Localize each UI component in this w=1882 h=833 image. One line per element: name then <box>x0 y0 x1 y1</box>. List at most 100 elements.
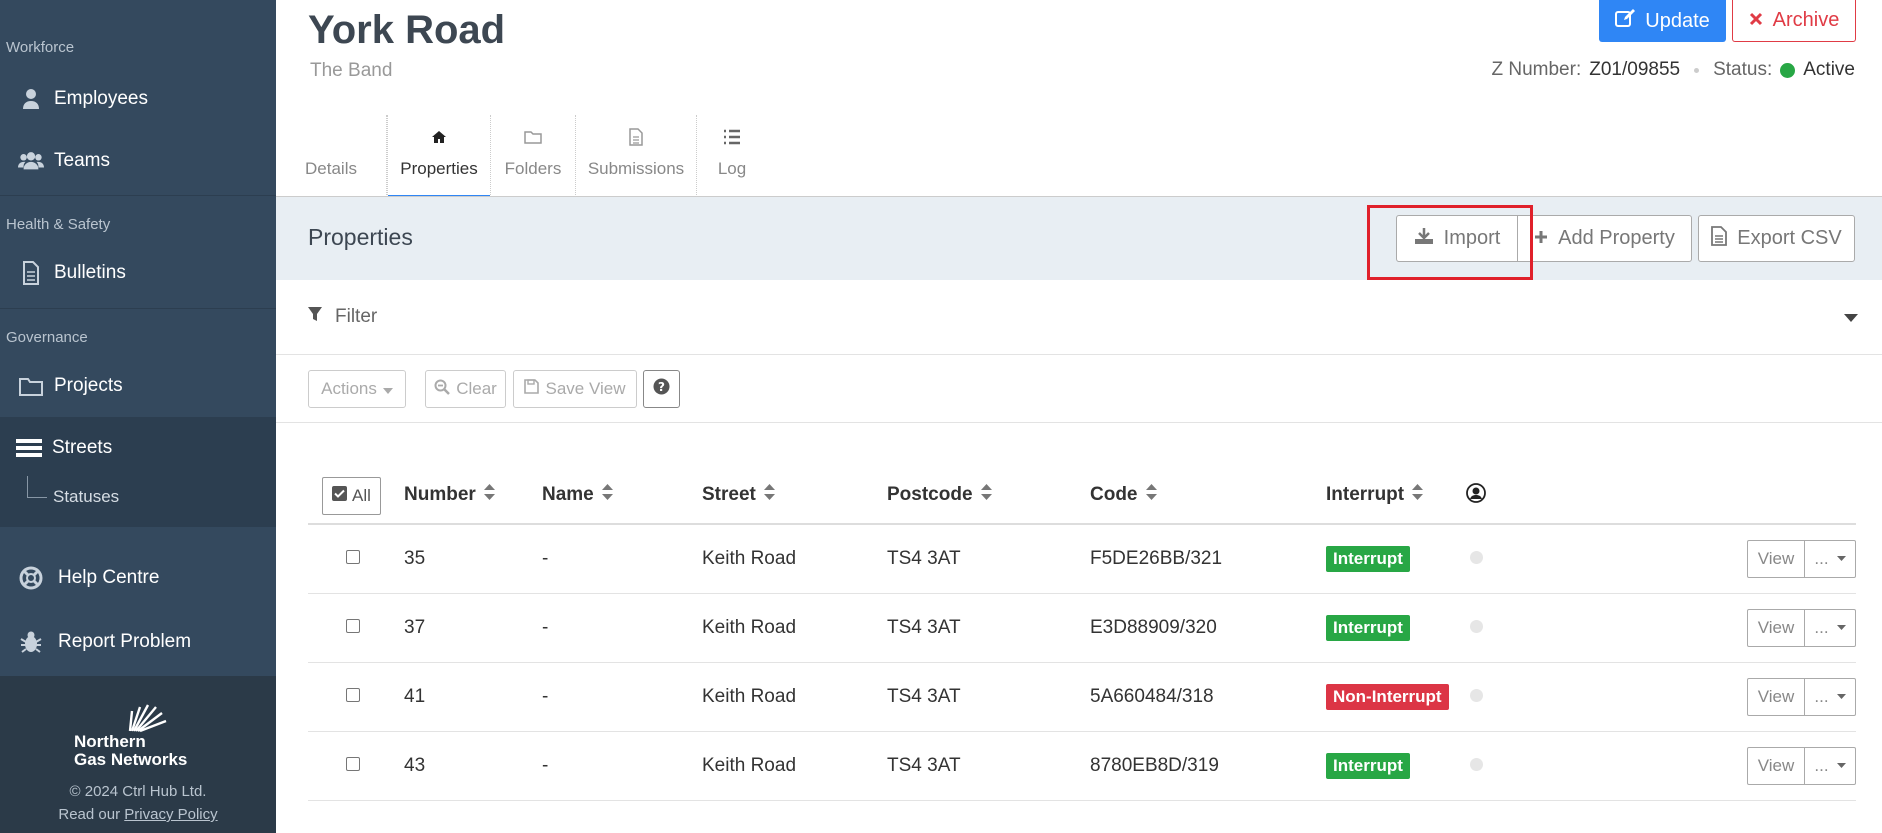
sidebar-divider <box>0 308 276 309</box>
sidebar-item-label: Employees <box>54 88 148 109</box>
sidebar-item-bulletins[interactable]: Bulletins <box>0 256 276 290</box>
tab-submissions[interactable]: Submissions <box>576 115 697 197</box>
sidebar-section-health-safety: Health & Safety <box>6 216 111 233</box>
clear-button[interactable]: Clear <box>425 370 506 408</box>
sidebar-item-teams[interactable]: Teams <box>0 144 276 178</box>
view-button[interactable]: View <box>1748 747 1805 784</box>
row-actions-group: View... <box>1747 539 1856 578</box>
more-dropdown[interactable]: ... <box>1805 610 1855 646</box>
sidebar-item-statuses[interactable]: Statuses <box>53 487 119 507</box>
export-csv-button[interactable]: Export CSV <box>1698 215 1855 262</box>
sidebar-item-projects[interactable]: Projects <box>0 369 276 403</box>
road-icon <box>16 437 42 459</box>
sidebar-item-label: Bulletins <box>54 262 126 283</box>
filter-bar[interactable]: Filter <box>276 280 1882 355</box>
cell-name: - <box>542 731 702 801</box>
cell-name: - <box>542 524 702 594</box>
cell-code: 8780EB8D/319 <box>1090 731 1326 801</box>
help-button[interactable]: ? <box>643 370 680 408</box>
column-header-assignee <box>1466 468 1527 525</box>
checkbox-checked-icon <box>332 485 347 506</box>
more-dropdown[interactable]: ... <box>1805 748 1855 784</box>
filter-label: Filter <box>335 306 378 327</box>
table-toolbar: Actions Clear Save View ? <box>276 355 1882 423</box>
tab-details[interactable]: Details <box>276 115 387 197</box>
z-number-value: Z01/09855 <box>1589 59 1681 80</box>
sort-icon <box>483 484 495 506</box>
non-interrupt-badge: Non-Interrupt <box>1326 683 1449 710</box>
status-dot-icon <box>1780 62 1796 78</box>
sidebar-item-label: Streets <box>52 437 113 458</box>
column-header-code[interactable]: Code <box>1090 468 1326 525</box>
bug-icon <box>18 631 44 653</box>
caret-down-icon <box>1836 556 1846 562</box>
cell-street: Keith Road <box>702 662 887 732</box>
caret-down-icon <box>1836 694 1846 699</box>
chevron-down-icon[interactable] <box>1844 314 1858 322</box>
tab-bar: Details Properties Folders Submissions L… <box>276 115 767 198</box>
filter-icon <box>307 306 323 328</box>
assignee-dot <box>1470 550 1483 564</box>
row-checkbox[interactable] <box>346 687 360 702</box>
column-header-interrupt[interactable]: Interrupt <box>1326 468 1466 525</box>
row-checkbox[interactable] <box>346 549 360 564</box>
question-circle-icon: ? <box>653 378 670 400</box>
cell-code: 5A660484/318 <box>1090 662 1326 732</box>
select-all-button[interactable]: All <box>322 476 381 515</box>
row-checkbox[interactable] <box>346 618 360 633</box>
actions-dropdown[interactable]: Actions <box>308 370 406 408</box>
column-header-name[interactable]: Name <box>542 468 702 525</box>
row-checkbox[interactable] <box>346 756 360 771</box>
more-dropdown[interactable]: ... <box>1805 541 1855 577</box>
cell-number: 37 <box>404 593 542 663</box>
properties-table: All Number Name Street Postcode Code Int… <box>308 468 1856 801</box>
properties-panel-header: Properties Import Add Property Export CS… <box>276 197 1882 280</box>
copyright-text: © 2024 Ctrl Hub Ltd. <box>69 783 207 800</box>
document-icon <box>1711 225 1728 252</box>
row-actions-group: View... <box>1747 608 1856 647</box>
select-all-cell: All <box>308 468 404 525</box>
save-view-button[interactable]: Save View <box>513 370 637 408</box>
caret-down-icon <box>382 379 393 399</box>
sidebar-item-streets[interactable]: Streets <box>0 431 276 465</box>
cell-street: Keith Road <box>702 593 887 663</box>
page-subtitle: The Band <box>310 60 393 81</box>
sidebar-section-workforce: Workforce <box>6 39 75 56</box>
column-header-postcode[interactable]: Postcode <box>887 468 1090 525</box>
privacy-policy-link[interactable]: Privacy Policy <box>124 806 217 823</box>
main-content: York Road The Band Update Archive Z Numb… <box>276 0 1882 833</box>
sidebar-item-label: Help Centre <box>58 567 160 588</box>
status-label: Status: <box>1713 59 1773 80</box>
list-icon <box>723 125 741 149</box>
user-icon <box>18 88 44 110</box>
sort-icon <box>601 484 613 506</box>
sidebar-item-help-centre[interactable]: Help Centre <box>0 561 276 595</box>
interrupt-badge: Interrupt <box>1326 545 1410 572</box>
more-dropdown[interactable]: ... <box>1805 679 1855 715</box>
sidebar-item-employees[interactable]: Employees <box>0 82 276 116</box>
tab-folders[interactable]: Folders <box>491 115 576 197</box>
table-row: 43 - Keith Road TS4 3AT 8780EB8D/319 Int… <box>308 731 1856 801</box>
sidebar-item-label: Teams <box>54 150 110 171</box>
update-button[interactable]: Update <box>1599 0 1726 42</box>
cell-number: 43 <box>404 731 542 801</box>
cell-postcode: TS4 3AT <box>887 731 1090 801</box>
caret-down-icon <box>1836 625 1846 630</box>
add-property-button[interactable]: Add Property <box>1517 215 1692 262</box>
column-header-street[interactable]: Street <box>702 468 887 525</box>
tab-log[interactable]: Log <box>697 115 767 197</box>
tab-properties[interactable]: Properties <box>387 115 491 198</box>
sidebar-item-label: Report Problem <box>58 631 192 652</box>
view-button[interactable]: View <box>1748 540 1805 577</box>
assignee-dot <box>1470 619 1483 633</box>
table-row: 41 - Keith Road TS4 3AT 5A660484/318 Non… <box>308 662 1856 732</box>
cell-code: E3D88909/320 <box>1090 593 1326 663</box>
archive-button[interactable]: Archive <box>1732 0 1856 42</box>
column-header-number[interactable]: Number <box>404 468 542 525</box>
user-circle-icon <box>1466 482 1486 508</box>
sidebar-item-report-problem[interactable]: Report Problem <box>0 625 276 659</box>
table-row: 35 - Keith Road TS4 3AT F5DE26BB/321 Int… <box>308 524 1856 594</box>
sidebar-section-governance: Governance <box>6 329 88 346</box>
view-button[interactable]: View <box>1748 609 1805 646</box>
view-button[interactable]: View <box>1748 678 1805 715</box>
